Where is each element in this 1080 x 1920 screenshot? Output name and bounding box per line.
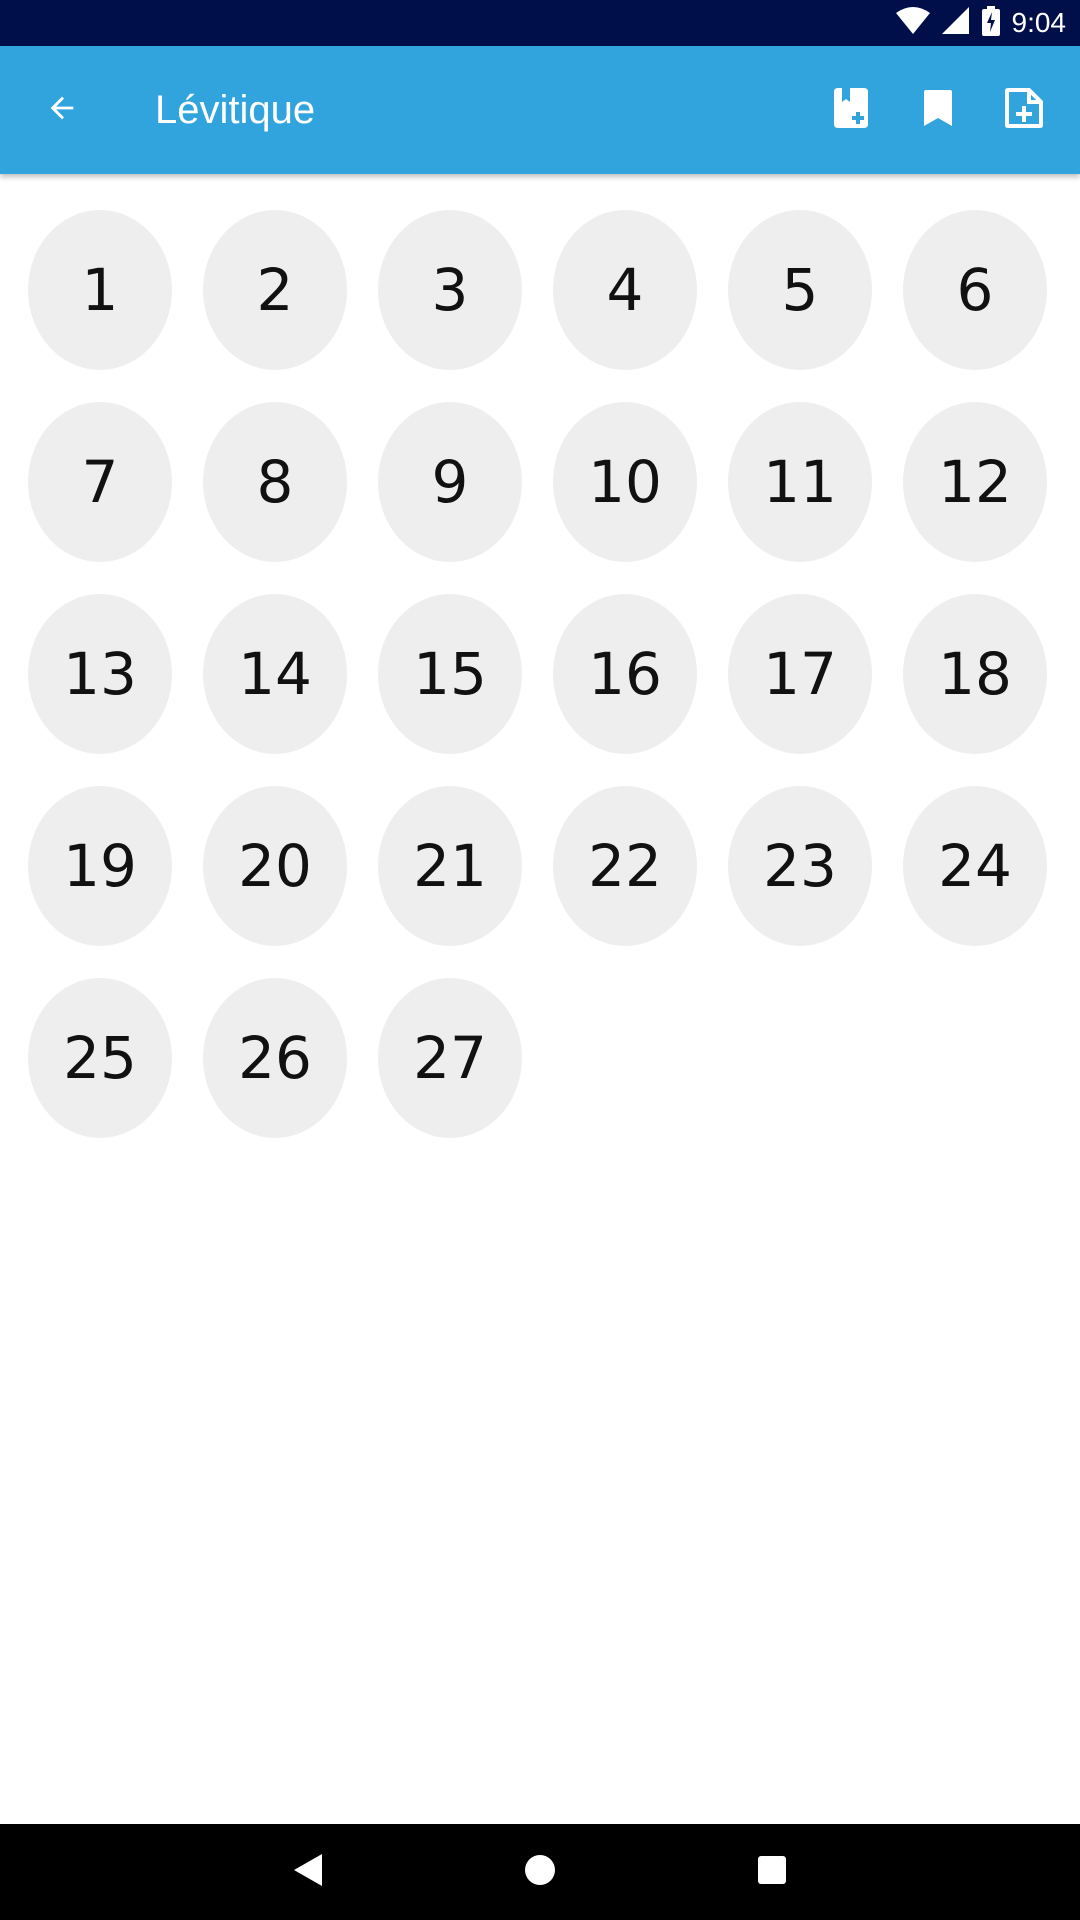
- arrow-back-icon: [45, 91, 79, 129]
- chapter-button[interactable]: 13: [28, 594, 172, 754]
- chapter-button[interactable]: 14: [203, 594, 347, 754]
- chapter-button[interactable]: 20: [203, 786, 347, 946]
- back-button[interactable]: [20, 68, 104, 152]
- chapter-button[interactable]: 27: [378, 978, 522, 1138]
- chapter-button[interactable]: 8: [203, 402, 347, 562]
- chapter-button[interactable]: 25: [28, 978, 172, 1138]
- cell-signal-icon: [941, 7, 970, 39]
- app-bar: Lévitique: [0, 46, 1080, 174]
- chapter-button[interactable]: 2: [203, 210, 347, 370]
- chapter-button[interactable]: 18: [903, 594, 1047, 754]
- wifi-icon: [895, 7, 930, 39]
- recents-square-icon: [758, 1856, 786, 1888]
- bookmark-button[interactable]: [896, 68, 980, 152]
- nav-recents-button[interactable]: [742, 1842, 802, 1902]
- note-add-icon: [1005, 88, 1043, 132]
- chapter-button[interactable]: 19: [28, 786, 172, 946]
- chapter-button[interactable]: 15: [378, 594, 522, 754]
- chapter-button[interactable]: 16: [553, 594, 697, 754]
- chapter-button[interactable]: 6: [903, 210, 1047, 370]
- chapter-button[interactable]: 26: [203, 978, 347, 1138]
- chapter-button[interactable]: 17: [728, 594, 872, 754]
- note-add-button[interactable]: [982, 68, 1066, 152]
- battery-charging-icon: [981, 6, 1000, 40]
- chapter-button[interactable]: 4: [553, 210, 697, 370]
- status-bar: 9:04: [0, 0, 1080, 46]
- nav-back-button[interactable]: [278, 1842, 338, 1902]
- chapter-button[interactable]: 10: [553, 402, 697, 562]
- status-time: 9:04: [1011, 7, 1067, 38]
- bookmark-icon: [924, 90, 952, 130]
- nav-home-button[interactable]: [510, 1842, 570, 1902]
- chapter-button[interactable]: 9: [378, 402, 522, 562]
- chapter-button[interactable]: 12: [903, 402, 1047, 562]
- status-icons: 9:04: [895, 0, 1067, 46]
- book-add-button[interactable]: [810, 68, 894, 152]
- chapter-button[interactable]: 22: [553, 786, 697, 946]
- chapter-button[interactable]: 1: [28, 210, 172, 370]
- chapter-button[interactable]: 5: [728, 210, 872, 370]
- chapter-button[interactable]: 3: [378, 210, 522, 370]
- page-title: Lévitique: [155, 88, 316, 132]
- home-circle-icon: [524, 1854, 556, 1890]
- chapter-button[interactable]: 24: [903, 786, 1047, 946]
- book-add-icon: [834, 88, 870, 132]
- chapter-button[interactable]: 11: [728, 402, 872, 562]
- chapter-button[interactable]: 21: [378, 786, 522, 946]
- back-triangle-icon: [294, 1854, 322, 1890]
- chapter-button[interactable]: 7: [28, 402, 172, 562]
- system-nav-bar: [0, 1824, 1080, 1920]
- chapter-button[interactable]: 23: [728, 786, 872, 946]
